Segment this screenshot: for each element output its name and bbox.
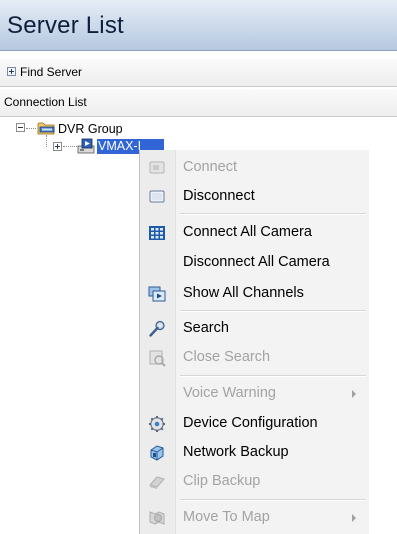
tree-connector	[26, 128, 36, 129]
dvr-device-icon	[77, 138, 95, 154]
expand-plus-icon[interactable]	[53, 142, 62, 151]
menu-item-disconnect-all-camera[interactable]: Disconnect All Camera	[140, 248, 370, 277]
channels-icon	[148, 286, 166, 302]
connect-icon	[149, 161, 165, 174]
tree-connector	[63, 146, 77, 147]
search-wrench-icon	[149, 320, 165, 337]
gear-icon	[149, 416, 165, 432]
network-backup-icon	[150, 445, 164, 461]
menu-item-move-to-map[interactable]: Move To Map	[140, 503, 370, 532]
menu-separator	[180, 375, 366, 377]
menu-label-disconnect-all-camera: Disconnect All Camera	[183, 254, 330, 270]
menu-label-connect-all-camera: Connect All Camera	[183, 224, 312, 240]
menu-separator	[180, 213, 366, 215]
submenu-arrow-icon	[352, 514, 356, 522]
tree-connector	[46, 135, 47, 147]
menu-label-search: Search	[183, 320, 229, 336]
menu-separator	[180, 310, 366, 312]
menu-label-voice-warning: Voice Warning	[183, 385, 276, 401]
menu-item-clip-backup[interactable]: Clip Backup	[140, 467, 370, 496]
find-server-row[interactable]: Find Server	[0, 59, 397, 87]
menu-label-network-backup: Network Backup	[183, 444, 289, 460]
menu-item-connect[interactable]: Connect	[140, 153, 370, 182]
grid-camera-icon	[149, 226, 165, 240]
menu-separator	[180, 499, 366, 501]
tree-item-dvr-group[interactable]: DVR Group	[58, 122, 123, 136]
disconnect-icon	[149, 190, 165, 203]
menu-item-voice-warning[interactable]: Voice Warning	[140, 379, 370, 408]
menu-label-move-to-map: Move To Map	[183, 509, 270, 525]
menu-item-close-search[interactable]: Close Search	[140, 343, 370, 372]
close-search-icon	[149, 350, 166, 367]
menu-item-connect-all-camera[interactable]: Connect All Camera	[140, 218, 370, 247]
menu-item-device-configuration[interactable]: Device Configuration	[140, 409, 370, 438]
map-icon	[149, 511, 165, 525]
menu-label-close-search: Close Search	[183, 349, 271, 365]
folder-icon	[37, 122, 55, 135]
menu-label-show-all-channels: Show All Channels	[183, 285, 304, 301]
menu-item-disconnect[interactable]: Disconnect	[140, 182, 370, 211]
find-server-label[interactable]: Find Server	[20, 59, 82, 86]
menu-item-search[interactable]: Search	[140, 314, 370, 343]
server-list-header: Server List	[0, 0, 397, 51]
expand-plus-icon[interactable]	[7, 67, 16, 76]
connection-list-header: Connection List	[0, 89, 397, 117]
menu-item-network-backup[interactable]: Network Backup	[140, 438, 370, 467]
panel-title: Server List	[7, 12, 124, 39]
menu-item-show-all-channels[interactable]: Show All Channels	[140, 279, 370, 308]
submenu-arrow-icon	[352, 390, 356, 398]
menu-label-connect: Connect	[183, 159, 238, 175]
menu-label-disconnect: Disconnect	[183, 188, 255, 204]
clip-backup-icon	[149, 476, 165, 489]
context-menu: Connect Disconnect Connect All Camera Di…	[139, 150, 369, 534]
collapse-minus-icon[interactable]	[16, 123, 25, 132]
connection-list-label: Connection List	[4, 95, 87, 109]
menu-label-device-configuration: Device Configuration	[183, 415, 318, 431]
menu-label-clip-backup: Clip Backup	[183, 473, 261, 489]
